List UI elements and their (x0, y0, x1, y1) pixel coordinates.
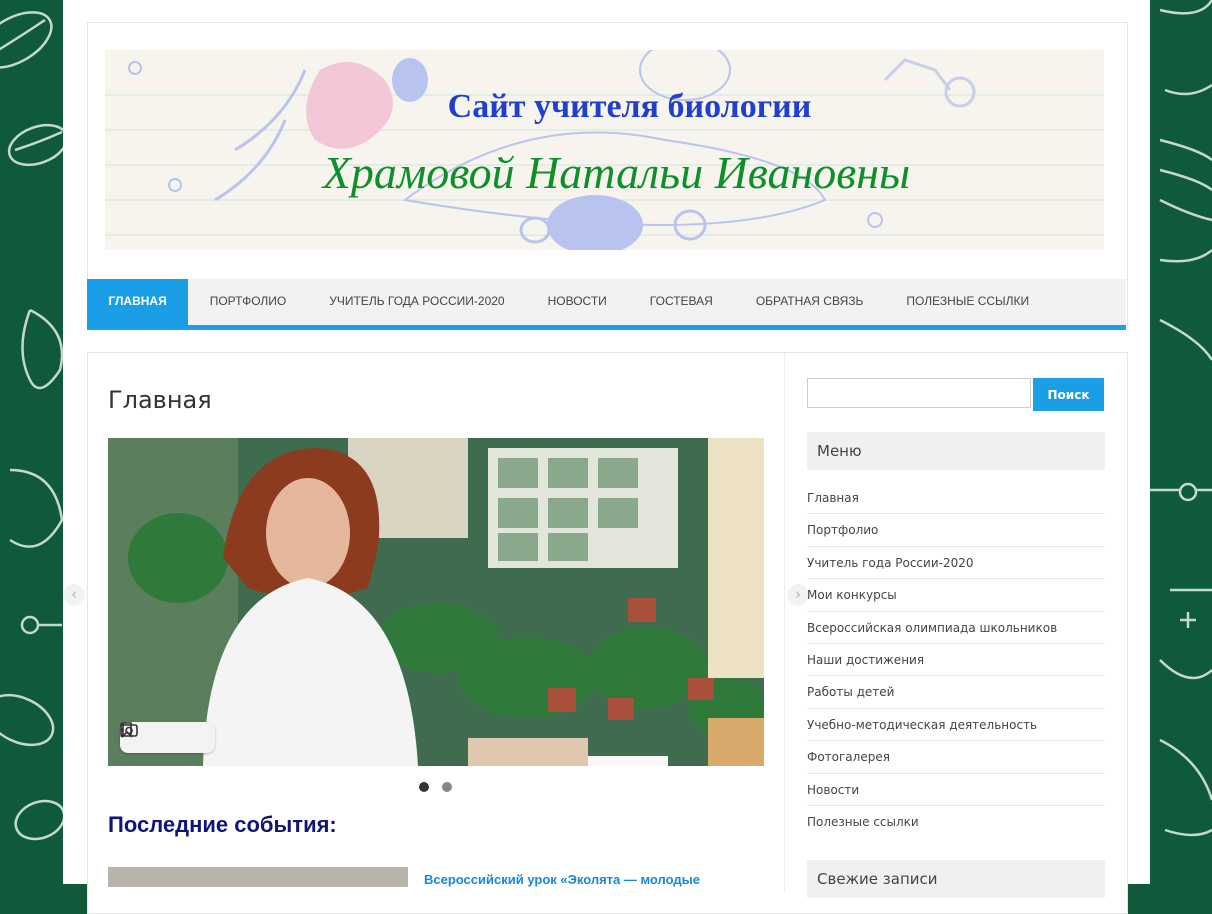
camera-search-icon[interactable] (120, 724, 178, 749)
sidebar-item-useful-links[interactable]: Полезные ссылки (807, 806, 1105, 838)
latest-events-title: Последние события: (108, 812, 337, 837)
chevron-left-icon[interactable]: ‹ (63, 584, 85, 606)
sidebar-item-news[interactable]: Новости (807, 774, 1105, 806)
page-container: Сайт учителя биологии Храмовой Натальи И… (63, 0, 1150, 914)
menu-widget-title: Меню (807, 432, 1105, 470)
nav-item-news[interactable]: Новости (526, 279, 628, 325)
sidebar-menu: Главная Портфолио Учитель года России-20… (807, 482, 1105, 838)
sidebar-item-home[interactable]: Главная (807, 482, 1105, 515)
news-item-link[interactable]: Всероссийский урок «Эколята — молодые (424, 872, 700, 887)
sidebar-item-teacher-of-year[interactable]: Учитель года России-2020 (807, 547, 1105, 580)
nav-item-home[interactable]: Главная (87, 279, 189, 325)
page-title: Главная (108, 386, 212, 414)
sidebar-item-childrens-works[interactable]: Работы детей (807, 676, 1105, 709)
recent-posts-title: Свежие записи (807, 860, 1105, 898)
site-subtitle: Храмовой Натальи Ивановны (322, 147, 911, 198)
nav-item-guestbook[interactable]: Гостевая (628, 279, 734, 325)
search-button[interactable]: Поиск (1033, 378, 1104, 411)
site-title: Сайт учителя биологии (447, 88, 812, 125)
sidebar-divider (784, 353, 785, 893)
header-banner: Сайт учителя биологии Храмовой Натальи И… (105, 50, 1104, 250)
sidebar-item-achievements[interactable]: Наши достижения (807, 644, 1105, 677)
sidebar-item-olympiad[interactable]: Всероссийская олимпиада школьников (807, 612, 1105, 644)
sidebar-item-portfolio[interactable]: Портфолио (807, 514, 1105, 547)
nav-item-feedback[interactable]: Обратная связь (734, 279, 885, 325)
main-navigation: Главная Портфолио Учитель года России-20… (87, 279, 1126, 330)
image-toolbar (120, 722, 215, 753)
search-input[interactable] (807, 378, 1031, 408)
sidebar-item-methodology[interactable]: Учебно-методическая деятельность (807, 709, 1105, 742)
slider-dot-2[interactable] (442, 782, 452, 792)
teacher-photo (108, 438, 764, 766)
nav-item-portfolio[interactable]: Портфолио (188, 279, 308, 325)
nav-item-useful-links[interactable]: Полезные ссылки (885, 279, 1051, 325)
news-thumbnail[interactable] (108, 867, 408, 887)
sidebar-item-photo-gallery[interactable]: Фотогалерея (807, 741, 1105, 774)
chevron-right-icon[interactable]: › (787, 584, 809, 606)
more-vert-icon[interactable] (120, 722, 210, 749)
nav-item-teacher-of-year[interactable]: Учитель года России-2020 (308, 279, 526, 325)
sidebar-item-my-contests[interactable]: Мои конкурсы (807, 579, 1105, 612)
slider-dot-1[interactable] (419, 782, 429, 792)
image-slider[interactable] (108, 438, 764, 766)
